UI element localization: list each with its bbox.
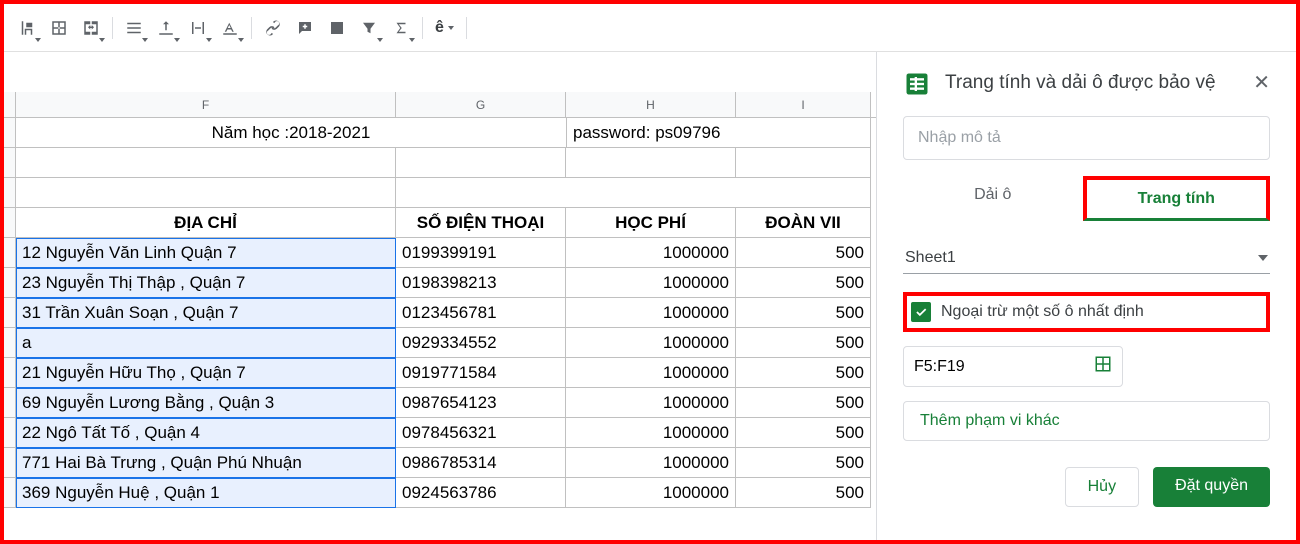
text-wrap-icon[interactable] [183, 13, 213, 43]
toolbar: ê [4, 4, 1296, 52]
table-row: 69 Nguyễn Lương Bằng , Quận 309876541231… [4, 388, 876, 418]
horizontal-align-icon[interactable] [119, 13, 149, 43]
table-row: 369 Nguyễn Huệ , Quận 109245637861000000… [4, 478, 876, 508]
chevron-down-icon [1258, 255, 1268, 261]
range-input[interactable]: F5:F19 [903, 346, 1123, 387]
tab-range[interactable]: Dải ô [903, 176, 1083, 221]
tab-sheet[interactable]: Trang tính [1083, 176, 1271, 221]
insert-comment-icon[interactable] [290, 13, 320, 43]
table-row: a09293345521000000500 [4, 328, 876, 358]
add-another-range-button[interactable]: Thêm phạm vi khác [903, 401, 1270, 441]
insert-chart-icon[interactable] [322, 13, 352, 43]
sheet-select[interactable]: Sheet1 [903, 243, 1270, 274]
table-row: 22 Ngô Tất Tố , Quận 4097845632110000005… [4, 418, 876, 448]
text-rotation-icon[interactable] [215, 13, 245, 43]
insert-link-icon[interactable] [258, 13, 288, 43]
col-header-i[interactable]: I [736, 92, 871, 117]
header-address[interactable]: ĐỊA CHỈ [16, 208, 396, 238]
description-input[interactable]: Nhập mô tả [903, 116, 1270, 160]
protect-sheet-panel: Trang tính và dải ô được bảo vệ ✕ Nhập m… [876, 52, 1296, 540]
except-cells-checkbox-row[interactable]: Ngoại trừ một số ô nhất định [903, 292, 1270, 332]
select-range-icon[interactable] [1094, 355, 1112, 378]
header-phone[interactable]: SỐ ĐIỆN THOẠI [396, 208, 566, 238]
sheets-icon [903, 70, 931, 98]
col-header-g[interactable]: G [396, 92, 566, 117]
cell-year-merged[interactable]: Năm học :2018-2021 [16, 118, 566, 148]
vertical-align-icon[interactable] [151, 13, 181, 43]
panel-title: Trang tính và dải ô được bảo vệ [945, 70, 1239, 96]
table-row: 31 Trần Xuân Soạn , Quận 701234567811000… [4, 298, 876, 328]
header-fee[interactable]: HỌC PHÍ [566, 208, 736, 238]
col-header-h[interactable]: H [566, 92, 736, 117]
header-doanvien[interactable]: ĐOÀN VII [736, 208, 871, 238]
spreadsheet-grid[interactable]: F G H I Năm học :2018-2021 password: ps0… [4, 52, 876, 540]
table-row: 21 Nguyễn Hữu Thọ , Quận 709197715841000… [4, 358, 876, 388]
table-row: 12 Nguyễn Văn Linh Quận 7019939919110000… [4, 238, 876, 268]
col-header-f[interactable]: F [16, 92, 396, 117]
borders-icon[interactable] [44, 13, 74, 43]
cell-password-merged[interactable]: password: ps09796 [566, 118, 871, 148]
input-tools-button[interactable]: ê [429, 13, 460, 43]
close-icon[interactable]: ✕ [1253, 70, 1270, 95]
paint-format-icon[interactable] [12, 13, 42, 43]
except-cells-label: Ngoại trừ một số ô nhất định [941, 303, 1144, 321]
filter-icon[interactable] [354, 13, 384, 43]
checkbox-checked-icon[interactable] [911, 302, 931, 322]
table-row: 23 Nguyễn Thị Thập , Quận 70198398213100… [4, 268, 876, 298]
functions-icon[interactable] [386, 13, 416, 43]
set-permissions-button[interactable]: Đặt quyền [1153, 467, 1270, 507]
cancel-button[interactable]: Hủy [1065, 467, 1139, 507]
table-row: 771 Hai Bà Trưng , Quận Phú Nhuận0986785… [4, 448, 876, 478]
merge-cells-icon[interactable] [76, 13, 106, 43]
